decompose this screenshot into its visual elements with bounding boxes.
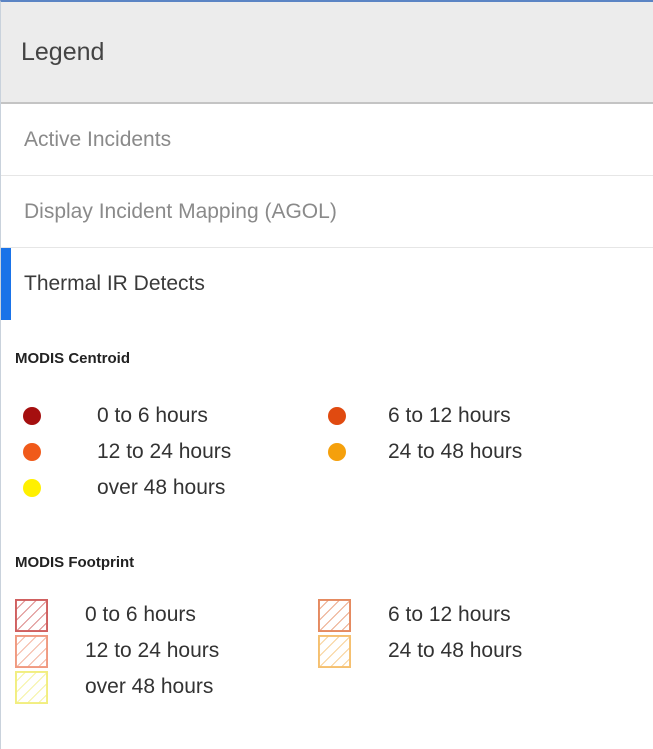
- modis-footprint-section: MODIS Footprint 0 to 6 hours 6 to 12 hou…: [1, 540, 653, 740]
- hatched-square-icon: [15, 634, 48, 668]
- legend-item-label: 0 to 6 hours: [85, 603, 196, 626]
- tab-label: Thermal IR Detects: [24, 272, 205, 295]
- section-title: MODIS Centroid: [15, 350, 130, 367]
- tab-active-incidents[interactable]: Active Incidents: [1, 104, 653, 176]
- legend-title: Legend: [21, 37, 105, 66]
- legend-item: 0 to 6 hours: [23, 401, 208, 431]
- legend-item: 0 to 6 hours: [15, 598, 196, 632]
- legend-item: 12 to 24 hours: [23, 437, 231, 467]
- legend-header: Legend: [1, 2, 653, 104]
- circle-symbol-icon: [23, 443, 41, 461]
- circle-symbol-icon: [23, 479, 41, 497]
- legend-item-label: over 48 hours: [97, 476, 226, 499]
- section-title: MODIS Footprint: [15, 554, 135, 571]
- circle-symbol-icon: [23, 407, 41, 425]
- legend-item-label: 24 to 48 hours: [388, 639, 523, 662]
- legend-item: 24 to 48 hours: [318, 634, 522, 668]
- modis-centroid-section: MODIS Centroid 0 to 6 hours 6 to 12 hour…: [1, 320, 653, 540]
- legend-item-label: 6 to 12 hours: [388, 404, 511, 427]
- legend-item-label: 0 to 6 hours: [97, 404, 208, 427]
- legend-item: 12 to 24 hours: [15, 634, 219, 668]
- hatched-square-icon: [318, 634, 351, 668]
- legend-item: over 48 hours: [15, 670, 213, 704]
- legend-item: 24 to 48 hours: [328, 437, 522, 467]
- legend-item: 6 to 12 hours: [328, 401, 511, 431]
- tab-label: Display Incident Mapping (AGOL): [24, 199, 337, 223]
- legend-item: 6 to 12 hours: [318, 598, 511, 632]
- hatched-square-icon: [15, 598, 48, 632]
- hatched-square-icon: [15, 670, 48, 704]
- active-tab-indicator: [1, 248, 11, 320]
- legend-panel: Legend Active Incidents Display Incident…: [0, 0, 653, 749]
- legend-item-label: over 48 hours: [85, 675, 214, 698]
- legend-item: over 48 hours: [23, 473, 225, 503]
- tab-thermal-ir-detects[interactable]: Thermal IR Detects: [1, 248, 653, 320]
- tab-label: Active Incidents: [24, 127, 172, 151]
- legend-item-label: 24 to 48 hours: [388, 440, 523, 463]
- legend-item-label: 12 to 24 hours: [85, 639, 220, 662]
- tab-display-incident-mapping[interactable]: Display Incident Mapping (AGOL): [1, 176, 653, 248]
- legend-item-label: 6 to 12 hours: [388, 603, 511, 626]
- circle-symbol-icon: [328, 443, 346, 461]
- circle-symbol-icon: [328, 407, 346, 425]
- hatched-square-icon: [318, 598, 351, 632]
- legend-item-label: 12 to 24 hours: [97, 440, 232, 463]
